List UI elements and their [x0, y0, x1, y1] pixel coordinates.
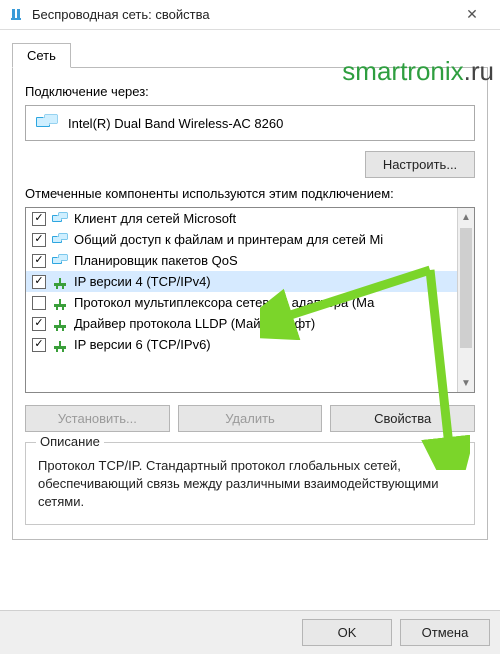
list-item[interactable]: Общий доступ к файлам и принтерам для се… [26, 229, 474, 250]
list-item-label: Общий доступ к файлам и принтерам для се… [74, 232, 383, 247]
protocol-icon [52, 275, 68, 289]
remove-button[interactable]: Удалить [178, 405, 323, 432]
adapter-box: Intel(R) Dual Band Wireless-AC 8260 [25, 105, 475, 141]
components-list[interactable]: Клиент для сетей Microsoft Общий доступ к… [25, 207, 475, 393]
install-button[interactable]: Установить... [25, 405, 170, 432]
list-item-label: IP версии 4 (TCP/IPv4) [74, 274, 211, 289]
description-text: Протокол TCP/IP. Стандартный протокол гл… [38, 457, 462, 512]
components-label: Отмеченные компоненты используются этим … [25, 186, 475, 201]
description-group: Описание Протокол TCP/IP. Стандартный пр… [25, 442, 475, 525]
list-item[interactable]: Планировщик пакетов QoS [26, 250, 474, 271]
list-item[interactable]: Протокол мультиплексора сетевого адаптер… [26, 292, 474, 313]
checkbox[interactable] [32, 296, 46, 310]
description-title: Описание [36, 434, 104, 449]
adapter-name: Intel(R) Dual Band Wireless-AC 8260 [68, 116, 283, 131]
list-item[interactable]: Драйвер протокола LLDP (Майкрософт) [26, 313, 474, 334]
protocol-icon [52, 317, 68, 331]
scroll-up-icon[interactable]: ▲ [458, 208, 474, 226]
protocol-icon [52, 296, 68, 310]
cancel-button[interactable]: Отмена [400, 619, 490, 646]
configure-button[interactable]: Настроить... [365, 151, 475, 178]
window-icon [8, 7, 24, 23]
protocol-icon [52, 338, 68, 352]
tab-network[interactable]: Сеть [12, 43, 71, 68]
dialog-footer: OK Отмена [0, 610, 500, 654]
ok-button[interactable]: OK [302, 619, 392, 646]
monitors-icon [52, 254, 68, 268]
checkbox[interactable] [32, 233, 46, 247]
scrollbar[interactable]: ▲ ▼ [457, 208, 474, 392]
close-button[interactable]: ✕ [452, 0, 492, 30]
monitors-icon [52, 212, 68, 226]
list-item-label: Клиент для сетей Microsoft [74, 211, 236, 226]
list-item[interactable]: Клиент для сетей Microsoft [26, 208, 474, 229]
properties-button[interactable]: Свойства [330, 405, 475, 432]
list-item-label: Планировщик пакетов QoS [74, 253, 238, 268]
list-item-label: Протокол мультиплексора сетевого адаптер… [74, 295, 374, 310]
list-item-label: IP версии 6 (TCP/IPv6) [74, 337, 211, 352]
checkbox[interactable] [32, 317, 46, 331]
checkbox[interactable] [32, 275, 46, 289]
window-title: Беспроводная сеть: свойства [32, 7, 452, 22]
scroll-down-icon[interactable]: ▼ [458, 374, 474, 392]
checkbox[interactable] [32, 212, 46, 226]
monitors-icon [52, 233, 68, 247]
list-item[interactable]: IP версии 4 (TCP/IPv4) [26, 271, 474, 292]
watermark: smartronix.ru [342, 56, 494, 87]
scroll-thumb[interactable] [460, 228, 472, 348]
panel-network: Подключение через: Intel(R) Dual Band Wi… [12, 67, 488, 540]
network-adapter-icon [36, 114, 58, 132]
list-item-label: Драйвер протокола LLDP (Майкрософт) [74, 316, 315, 331]
checkbox[interactable] [32, 338, 46, 352]
titlebar: Беспроводная сеть: свойства ✕ [0, 0, 500, 30]
list-item[interactable]: IP версии 6 (TCP/IPv6) [26, 334, 474, 355]
checkbox[interactable] [32, 254, 46, 268]
